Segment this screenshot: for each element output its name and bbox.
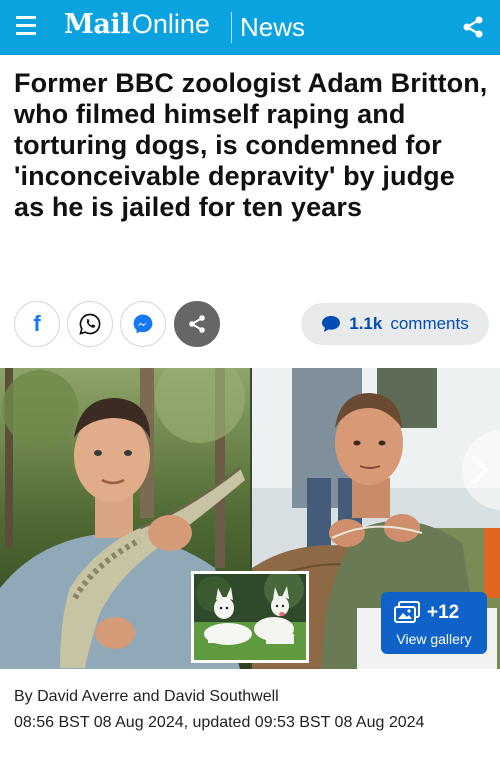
whatsapp-share-button[interactable] (67, 301, 113, 347)
view-gallery-button[interactable]: +12 View gallery (381, 592, 487, 654)
logo-online-text: Online (131, 9, 210, 39)
share-icon[interactable] (460, 14, 486, 40)
messenger-icon (133, 314, 153, 334)
top-header: Mail Online News (0, 0, 500, 55)
more-share-button[interactable] (174, 301, 220, 347)
logo-mail-text: Mail (64, 9, 130, 40)
mailonline-logo[interactable]: Mail Online (64, 9, 210, 40)
header-divider (231, 12, 232, 43)
article-image-gallery[interactable]: +12 View gallery (0, 368, 500, 669)
facebook-icon: f (33, 311, 41, 336)
article-byline: By David Averre and David Southwell (14, 688, 279, 705)
whatsapp-icon (79, 313, 101, 335)
facebook-share-button[interactable]: f (14, 301, 60, 347)
share-icon (189, 315, 205, 333)
comments-button[interactable]: 1.1k comments (301, 303, 489, 345)
article-timestamp: 08:56 BST 08 Aug 2024, updated 09:53 BST… (14, 714, 425, 731)
comments-label: comments (390, 314, 469, 333)
article-headline: Former BBC zoologist Adam Britton, who f… (14, 68, 488, 222)
comments-count: 1.1k (349, 314, 383, 333)
messenger-share-button[interactable] (120, 301, 166, 347)
gallery-next-arrow[interactable] (462, 430, 500, 510)
gallery-count: +12 (427, 602, 460, 623)
photo-two-white-dogs[interactable] (191, 571, 309, 663)
chevron-right-icon (472, 456, 488, 484)
hamburger-menu-icon[interactable] (14, 14, 40, 40)
share-bar: f 1.1k comments (14, 301, 490, 347)
section-title[interactable]: News (240, 12, 305, 43)
gallery-icon (394, 601, 420, 623)
gallery-label: View gallery (396, 631, 472, 647)
speech-bubble-icon (322, 316, 341, 332)
